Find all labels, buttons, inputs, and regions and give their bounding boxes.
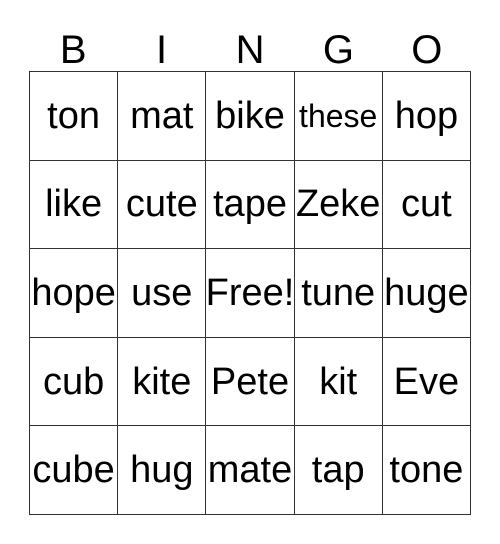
bingo-cell-label: tune [301, 271, 376, 314]
bingo-cell-label: kite [132, 360, 192, 403]
bingo-cell[interactable]: cute [118, 160, 207, 250]
bingo-cell[interactable]: Pete [206, 337, 295, 427]
bingo-cell-label: hug [130, 449, 194, 492]
bingo-cell-free-space[interactable]: Free! [206, 249, 295, 338]
bingo-header: B I N G O [29, 18, 471, 71]
bingo-cell-label: like [45, 183, 103, 226]
bingo-cell-label: hop [394, 94, 459, 137]
bingo-cell[interactable]: Eve [382, 337, 471, 427]
bingo-cell-label: cut [401, 183, 452, 226]
header-letter-b: B [59, 28, 87, 72]
bingo-cell[interactable]: tune [294, 249, 383, 338]
bingo-cell-label: huge [384, 271, 469, 314]
bingo-cell[interactable]: like [30, 160, 119, 250]
bingo-cell[interactable]: tape [206, 160, 295, 250]
bingo-cell[interactable]: Zeke [294, 160, 383, 250]
bingo-cell[interactable]: use [118, 249, 207, 338]
bingo-cell-label: mat [130, 94, 194, 137]
bingo-cell[interactable]: ton [30, 72, 119, 161]
bingo-cell-label: hope [31, 271, 116, 314]
bingo-cell[interactable]: cut [382, 160, 471, 250]
bingo-cell[interactable]: mat [118, 72, 207, 161]
bingo-cell-label: Zeke [295, 183, 381, 226]
bingo-cell-label: bike [215, 94, 285, 137]
bingo-cell-label: mate [207, 449, 293, 492]
header-letter-i: I [156, 28, 168, 72]
bingo-cell[interactable]: hope [30, 249, 119, 338]
bingo-cell-label: ton [47, 94, 100, 137]
bingo-cell-label: Pete [210, 360, 290, 403]
bingo-cell[interactable]: cub [30, 337, 119, 427]
bingo-cell-label: tap [311, 449, 365, 492]
header-letter-n: N [235, 28, 265, 72]
bingo-cell-label: these [299, 97, 378, 134]
bingo-cell[interactable]: hop [382, 72, 471, 161]
bingo-cell-label: tone [389, 449, 464, 492]
bingo-cell-label: Eve [393, 360, 460, 403]
bingo-cell[interactable]: these [294, 72, 383, 161]
bingo-cell[interactable]: mate [206, 426, 295, 515]
bingo-cell[interactable]: tap [294, 426, 383, 515]
bingo-cell-label: cute [125, 183, 198, 226]
bingo-cell-label: cube [32, 449, 115, 492]
bingo-grid: ton mat bike these hop like cute tape Ze… [29, 71, 471, 515]
header-letter-o: O [411, 28, 443, 72]
bingo-cell[interactable]: hug [118, 426, 207, 515]
bingo-cell[interactable]: kit [294, 337, 383, 427]
bingo-cell[interactable]: kite [118, 337, 207, 427]
bingo-cell[interactable]: tone [382, 426, 471, 515]
bingo-cell-label: cub [42, 360, 105, 403]
bingo-cell-label: use [131, 271, 193, 314]
bingo-cell[interactable]: bike [206, 72, 295, 161]
bingo-cell[interactable]: huge [382, 249, 471, 338]
bingo-card: B I N G O ton mat bike these hop like cu… [0, 0, 500, 544]
header-letter-g: G [322, 28, 354, 72]
bingo-cell[interactable]: cube [30, 426, 119, 515]
bingo-cell-label: kit [319, 360, 358, 403]
bingo-cell-label: Free! [206, 271, 295, 314]
bingo-cell-label: tape [213, 183, 287, 226]
